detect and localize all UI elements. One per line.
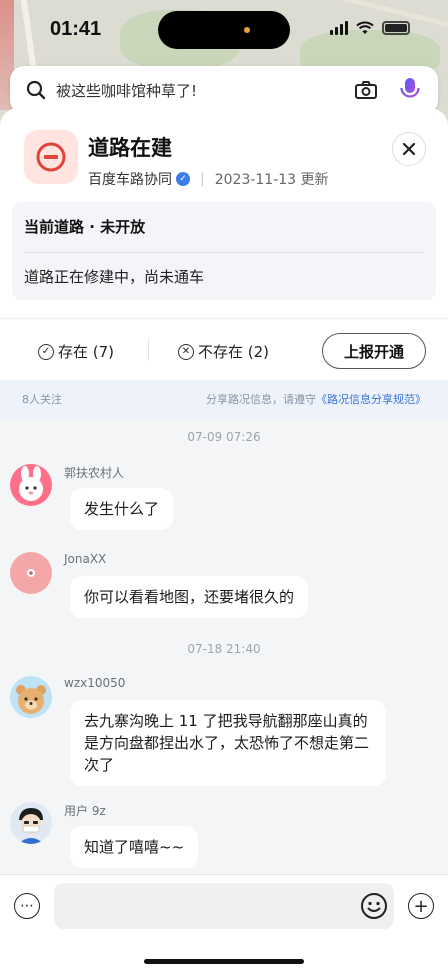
verified-icon: ✓: [176, 172, 190, 186]
close-icon: [402, 142, 416, 156]
road-status-heading: 当前道路 · 未开放: [24, 218, 146, 236]
avatar[interactable]: [10, 802, 52, 844]
follow-bar: 8人关注 分享路况信息，请遵守《路况信息分享规范》: [0, 380, 448, 418]
emoji-icon[interactable]: [360, 892, 388, 920]
microphone-icon[interactable]: [398, 76, 422, 104]
update-date: 2023-11-13 更新: [214, 172, 329, 188]
followers-count: 8人关注: [22, 393, 62, 406]
card-actions: ✓ 存在 (7) ✕ 不存在 (2) 上报开通: [0, 318, 448, 380]
chat-list[interactable]: 07-09 07:26 郭扶农村人 发生什么了 JonaXX 你可以看看地图，还…: [0, 418, 448, 874]
message-bubble[interactable]: 发生什么了: [70, 488, 174, 530]
username: JonaXX: [64, 552, 107, 566]
message-bubble[interactable]: 知道了嘻嘻~~: [70, 826, 199, 868]
avatar[interactable]: [10, 676, 52, 718]
exists-label: 存在 (7): [58, 343, 115, 361]
search-placeholder: 被这些咖啡馆种草了!: [56, 81, 198, 100]
status-bar: 01:41: [0, 0, 448, 58]
message-input-bar: ⋯ +: [0, 874, 448, 971]
camera-icon[interactable]: [354, 80, 378, 100]
message-bubble[interactable]: 去九寨沟晚上 11 了把我导航翻那座山真的是方向盘都捏出水了，太恐怖了不想走第二…: [70, 700, 386, 786]
more-options-icon[interactable]: ⋯: [14, 893, 40, 919]
add-icon[interactable]: +: [408, 893, 434, 919]
message-input[interactable]: [54, 883, 394, 929]
username: 用户 9z: [64, 804, 106, 818]
dynamic-island: [158, 11, 290, 49]
exists-button[interactable]: ✓ 存在 (7): [38, 341, 114, 362]
search-icon: [26, 80, 46, 100]
search-bar[interactable]: 被这些咖啡馆种草了!: [10, 66, 438, 114]
status-time: 01:41: [50, 18, 102, 40]
card-source-line: 百度车路协同 ✓ | 2023-11-13 更新: [88, 171, 329, 188]
no-entry-icon: [24, 130, 78, 184]
report-open-button[interactable]: 上报开通: [322, 333, 426, 369]
share-notice: 分享路况信息，请遵守《路况信息分享规范》: [206, 393, 426, 406]
battery-icon: [382, 21, 410, 35]
wifi-icon: [356, 21, 374, 34]
card-title: 道路在建: [88, 136, 172, 160]
not-exists-label: 不存在 (2): [198, 343, 270, 361]
road-status-box: 当前道路 · 未开放 道路正在修建中，尚未通车: [12, 202, 436, 300]
chat-timestamp: 07-09 07:26: [187, 430, 261, 444]
road-status-description: 道路正在修建中，尚未通车: [24, 268, 205, 286]
source-name: 百度车路协同: [88, 172, 172, 188]
chat-timestamp: 07-18 21:40: [187, 642, 261, 656]
home-indicator: [144, 959, 304, 964]
check-circle-icon: ✓: [38, 343, 54, 360]
road-info-card: 道路在建 百度车路协同 ✓ | 2023-11-13 更新 当前道路 · 未开放…: [0, 108, 448, 380]
close-button[interactable]: [392, 132, 426, 166]
x-circle-icon: ✕: [178, 343, 194, 360]
cellular-signal-icon: [330, 21, 348, 35]
message-bubble[interactable]: 你可以看看地图，还要堵很久的: [70, 576, 309, 618]
avatar[interactable]: [10, 464, 52, 506]
avatar[interactable]: [10, 552, 52, 594]
share-rules-link[interactable]: 《路况信息分享规范》: [316, 393, 426, 406]
username: wzx10050: [64, 676, 126, 690]
username: 郭扶农村人: [64, 466, 125, 480]
not-exists-button[interactable]: ✕ 不存在 (2): [178, 341, 269, 362]
